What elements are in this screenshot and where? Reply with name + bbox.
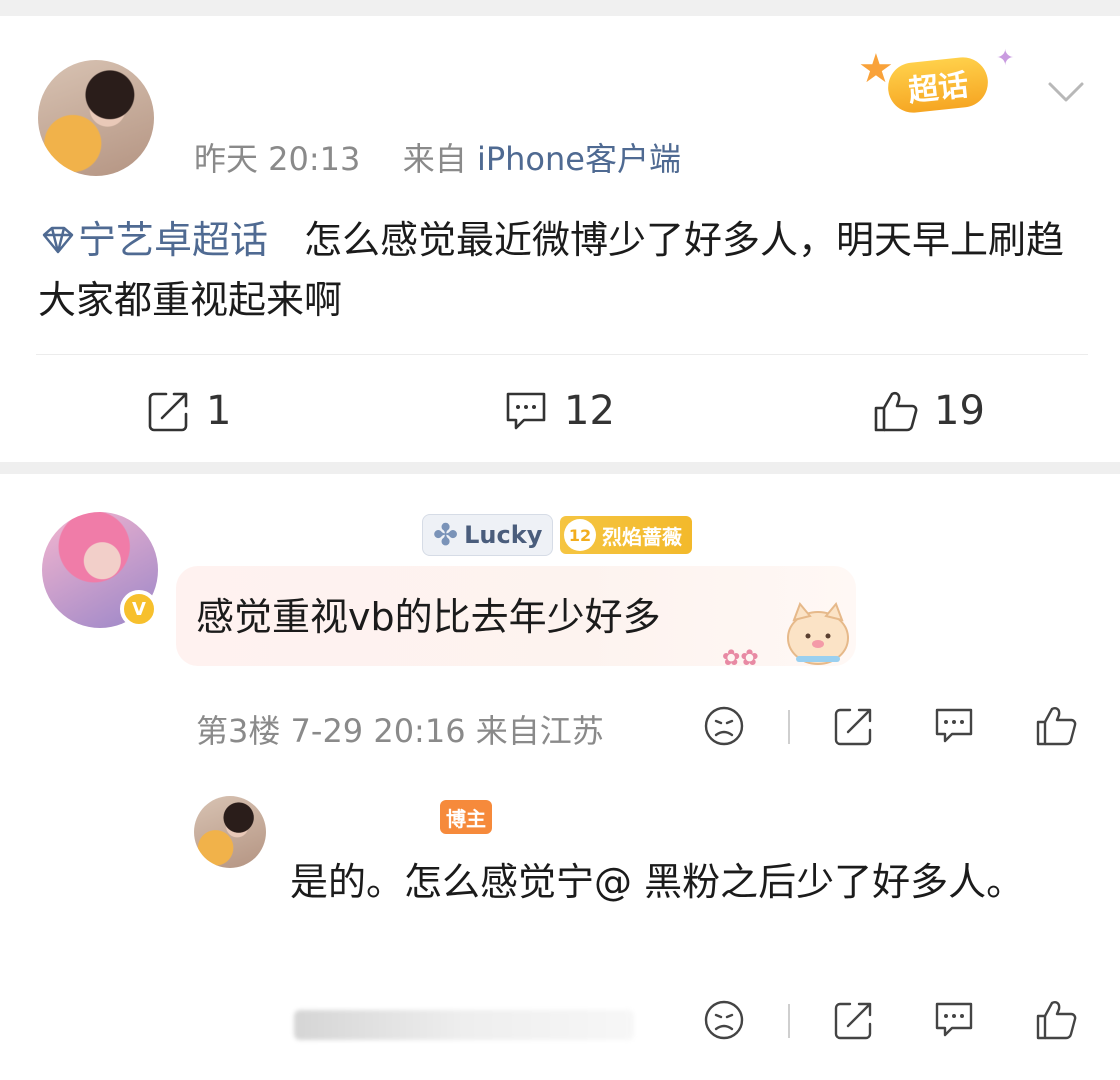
verified-badge: V: [120, 590, 158, 628]
share-button[interactable]: 1: [146, 388, 231, 434]
post-timestamp: 昨天 20:13: [194, 140, 361, 178]
fan-level-badge[interactable]: 12 烈焰蔷薇: [560, 516, 692, 554]
top-strip: [0, 0, 1120, 16]
like-button[interactable]: 19: [872, 388, 985, 434]
post-meta: 昨天 20:13 来自 iPhone客户端: [194, 134, 681, 180]
section-separator: [0, 462, 1120, 474]
post-source[interactable]: iPhone客户端: [477, 140, 681, 178]
sad-face-icon[interactable]: [702, 704, 746, 748]
like-count: 19: [934, 388, 985, 434]
comment-meta: 第3楼 7-29 20:16 来自江苏: [196, 712, 604, 750]
cat-sticker-icon: [787, 602, 849, 665]
sparkle-icon: ✦: [996, 46, 1015, 71]
clover-icon: ✤: [433, 517, 459, 553]
fan-group: 烈焰蔷薇: [602, 524, 682, 549]
share-count: 1: [206, 388, 232, 434]
topic-tag-label: 宁艺卓超话: [78, 218, 269, 262]
comment-text: 感觉重视vb的比去年少好多: [196, 595, 661, 639]
post-author-avatar[interactable]: [38, 60, 154, 176]
sad-face-icon[interactable]: [702, 998, 746, 1042]
thumbs-up-icon: [874, 391, 918, 432]
post-source-prefix: 来自: [402, 140, 467, 178]
comment-icon[interactable]: [932, 704, 976, 748]
comment-button[interactable]: 12: [502, 388, 615, 434]
share-icon[interactable]: [832, 704, 876, 748]
lucky-badge[interactable]: ✤ Lucky: [422, 514, 554, 556]
divider: [36, 354, 1088, 355]
diamond-icon: [42, 226, 74, 254]
thumbs-up-icon[interactable]: [1034, 998, 1078, 1042]
chevron-down-icon[interactable]: [1044, 70, 1088, 114]
share-icon[interactable]: [832, 998, 876, 1042]
flower-decoration-icon: ✿✿: [722, 646, 759, 671]
chaohua-badge[interactable]: 超话: [885, 54, 991, 116]
reply-text: 是的。怎么感觉宁@ 黑粉之后少了好多人。: [290, 860, 1025, 904]
thumbs-up-icon[interactable]: [1034, 704, 1078, 748]
comment-count: 12: [564, 388, 615, 434]
action-divider: [788, 1004, 790, 1038]
comment-icon: [506, 392, 546, 430]
post-body: 宁艺卓超话 怎么感觉最近微博少了好多人，明天早上刷趋大家都重视起来啊: [38, 210, 1088, 330]
blurred-meta: [294, 1010, 634, 1040]
share-icon: [148, 392, 188, 432]
lucky-badge-label: Lucky: [464, 521, 543, 549]
topic-tag[interactable]: 宁艺卓超话: [38, 218, 268, 262]
action-divider: [788, 710, 790, 744]
blogger-badge: 博主: [440, 800, 492, 834]
fan-level: 12: [564, 519, 596, 551]
reply-author-avatar[interactable]: [194, 796, 266, 868]
comment-icon[interactable]: [932, 998, 976, 1042]
